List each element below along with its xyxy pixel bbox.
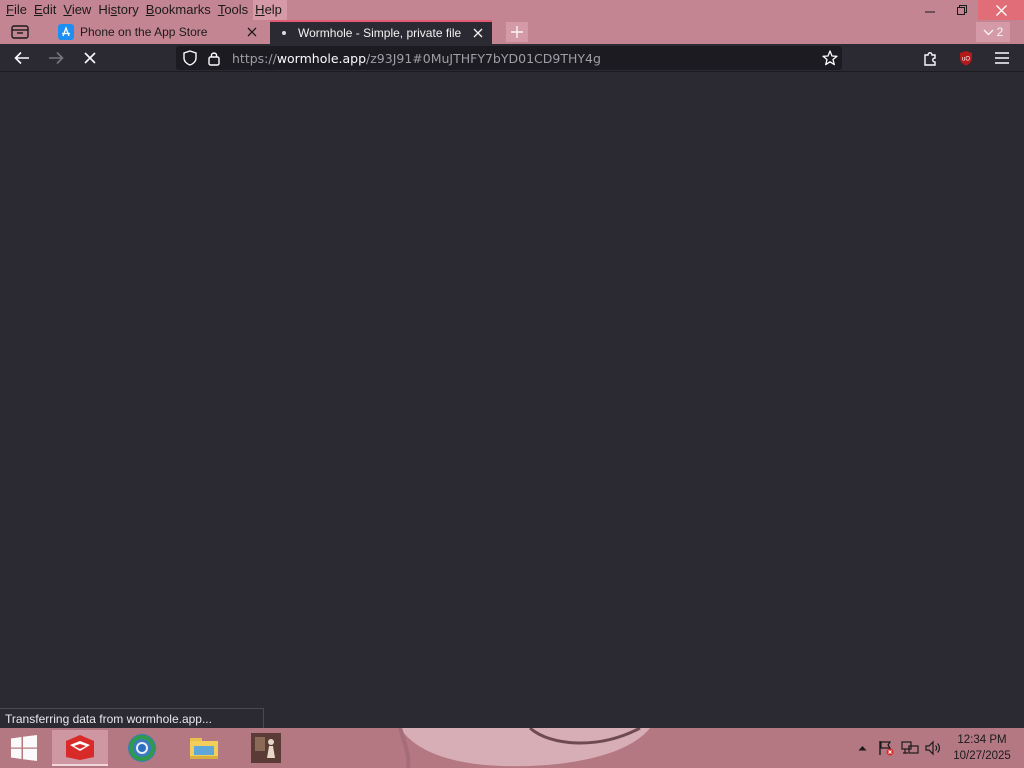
close-icon: [995, 4, 1007, 16]
menu-help[interactable]: Help: [253, 0, 287, 20]
arrow-left-icon: [14, 51, 29, 65]
status-panel: Transferring data from wormhole.app...: [0, 708, 264, 729]
app-store-icon: [58, 24, 74, 40]
puzzle-icon: [924, 52, 936, 66]
start-button[interactable]: [0, 728, 48, 768]
photo-app-icon: [251, 733, 281, 763]
chevron-down-icon: [983, 29, 994, 35]
clock-date: 10/27/2025: [953, 750, 1011, 762]
lock-icon[interactable]: [204, 48, 224, 68]
arrow-right-icon: [49, 51, 64, 65]
ublock-shield-icon: uO: [960, 51, 972, 66]
menu-bookmarks[interactable]: Bookmarks: [144, 0, 216, 20]
hamburger-menu-icon: [995, 52, 1009, 64]
action-center-flag-icon[interactable]: [874, 728, 898, 768]
close-tab-button[interactable]: [242, 22, 262, 42]
menu-tools[interactable]: Tools: [216, 0, 253, 20]
wallpaper-fragment: [398, 728, 650, 768]
close-window-button[interactable]: [978, 0, 1024, 20]
menu-bar: File Edit View History Bookmarks Tools H…: [0, 0, 287, 20]
tab-count: 2: [996, 25, 1004, 39]
ublock-origin-button[interactable]: uO: [954, 46, 978, 70]
loading-dot-icon: [276, 25, 292, 41]
chevron-up-icon: [858, 746, 866, 751]
tab-app-store[interactable]: Phone on the App Store: [52, 20, 266, 44]
menu-edit[interactable]: Edit: [32, 0, 61, 20]
red-game-app-icon: [66, 735, 94, 760]
close-icon: [247, 27, 257, 37]
file-explorer-icon: [190, 738, 218, 759]
system-tray: 12:34 PM 10/27/2025: [850, 728, 1024, 768]
show-hidden-icons-button[interactable]: [850, 728, 874, 768]
close-tab-button[interactable]: [468, 23, 488, 43]
plus-icon: [511, 26, 523, 38]
app-menu-button[interactable]: [990, 46, 1014, 70]
page-content[interactable]: [0, 72, 1024, 728]
restore-icon: [957, 5, 967, 15]
chrome-app-icon: [128, 734, 156, 762]
windows-taskbar: 12:34 PM 10/27/2025: [0, 728, 1024, 768]
back-button[interactable]: [10, 46, 34, 70]
list-all-tabs-button[interactable]: 2: [976, 22, 1010, 42]
url-text: https://wormhole.app/z93J91#0MuJTHFY7bYD…: [232, 50, 601, 66]
extensions-button[interactable]: [918, 46, 942, 70]
menu-file[interactable]: File: [4, 0, 32, 20]
new-tab-button[interactable]: [506, 22, 528, 42]
volume-icon[interactable]: [922, 728, 946, 768]
bookmark-star-icon[interactable]: [820, 48, 840, 68]
firefox-view-button[interactable]: [6, 22, 34, 42]
menu-view[interactable]: View: [61, 0, 96, 20]
taskbar-photo-app[interactable]: [238, 730, 294, 766]
taskbar-file-explorer[interactable]: [176, 730, 232, 766]
stop-loading-button[interactable]: [78, 46, 102, 70]
tab-wormhole[interactable]: Wormhole - Simple, private file: [270, 20, 492, 44]
browser-title-area: File Edit View History Bookmarks Tools H…: [0, 0, 1024, 44]
menu-history[interactable]: History: [96, 0, 143, 20]
stop-icon: [84, 52, 96, 64]
taskbar-red-game-app[interactable]: [52, 730, 108, 766]
taskbar-clock[interactable]: 12:34 PM 10/27/2025: [946, 732, 1018, 764]
tab-title: Phone on the App Store: [80, 25, 208, 39]
tracking-protection-shield-icon[interactable]: [180, 48, 200, 68]
clock-time: 12:34 PM: [957, 734, 1007, 746]
tab-title: Wormhole - Simple, private file: [298, 26, 462, 40]
taskbar-chrome-app[interactable]: [114, 730, 170, 766]
forward-button[interactable]: [44, 46, 68, 70]
firefox-view-icon: [11, 25, 29, 39]
network-icon[interactable]: [898, 728, 922, 768]
windows-logo-icon: [11, 735, 37, 761]
navigation-toolbar: https://wormhole.app/z93J91#0MuJTHFY7bYD…: [0, 44, 1024, 72]
restore-button[interactable]: [946, 0, 978, 20]
address-bar[interactable]: https://wormhole.app/z93J91#0MuJTHFY7bYD…: [176, 46, 842, 70]
window-controls: [914, 0, 1024, 20]
tab-strip: Phone on the App Store Wormhole - Simple…: [0, 20, 1024, 44]
minimize-icon: [925, 11, 935, 13]
svg-text:uO: uO: [962, 57, 970, 63]
close-icon: [473, 28, 483, 38]
minimize-button[interactable]: [914, 0, 946, 20]
